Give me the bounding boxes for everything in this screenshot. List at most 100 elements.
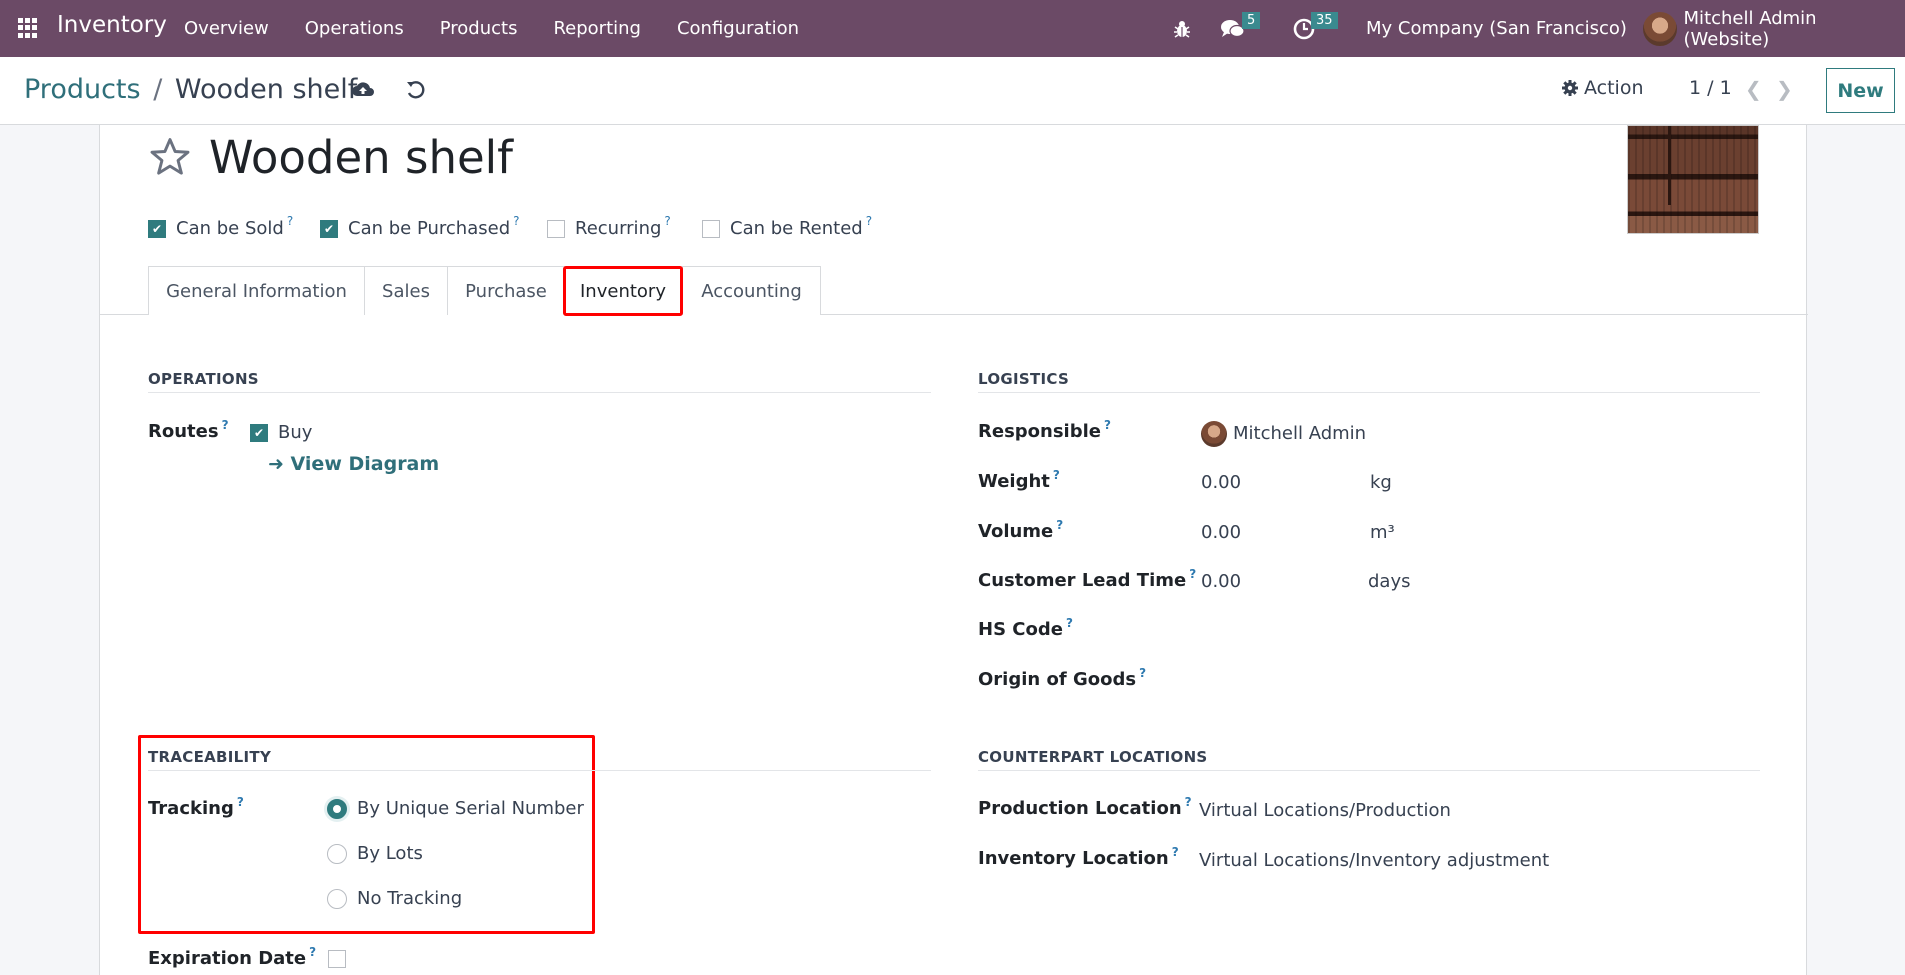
tab-inventory[interactable]: Inventory [563,266,683,316]
help-icon[interactable]: ? [1066,616,1073,630]
debug-icon[interactable] [1173,0,1191,57]
responsible-avatar [1201,421,1227,447]
origin-of-goods-input[interactable] [1201,669,1701,693]
tracking-lots-radio[interactable]: By Lots [327,843,423,864]
tab-accounting[interactable]: Accounting [682,266,821,315]
pager-value[interactable]: 1 / 1 [1689,77,1732,99]
help-icon[interactable]: ? [866,214,872,228]
help-icon[interactable]: ? [1139,666,1146,680]
help-icon[interactable]: ? [222,418,229,432]
action-button[interactable]: Action [1561,77,1644,99]
traceability-divider [148,770,931,771]
operations-section-title: OPERATIONS [148,370,259,388]
user-menu[interactable]: Mitchell Admin (Website) [1643,0,1905,57]
tab-sales[interactable]: Sales [364,266,448,315]
activities-button[interactable]: 35 [1293,0,1338,57]
help-icon[interactable]: ? [237,795,244,809]
volume-input[interactable]: 0.00 [1201,522,1241,543]
main-menu: Overview Operations Products Reporting C… [184,0,835,57]
route-buy-checkbox[interactable]: ✔ Buy [250,422,312,443]
checkbox-unchecked-icon [702,219,720,238]
discard-undo-icon[interactable] [405,79,429,103]
breadcrumb-separator: / [153,74,163,105]
checkbox-checked-icon: ✔ [148,219,166,238]
tab-purchase[interactable]: Purchase [447,266,565,315]
can-be-purchased-checkbox[interactable]: ✔ Can be Purchased? [320,214,520,239]
tab-general-information[interactable]: General Information [148,266,365,315]
expiration-date-label: Expiration Date? [148,945,317,969]
help-icon[interactable]: ? [1185,795,1192,809]
menu-configuration[interactable]: Configuration [677,18,799,39]
responsible-field[interactable]: Mitchell Admin [1201,421,1366,447]
operations-divider [148,392,931,393]
product-image[interactable] [1627,125,1759,234]
help-icon[interactable]: ? [1172,845,1179,859]
gear-icon [1562,80,1578,96]
menu-operations[interactable]: Operations [305,18,404,39]
user-avatar [1643,11,1677,46]
logistics-divider [978,392,1760,393]
favorite-star-icon[interactable] [148,135,192,179]
can-be-sold-checkbox[interactable]: ✔ Can be Sold? [148,214,293,239]
help-icon[interactable]: ? [513,214,519,228]
weight-unit: kg [1370,472,1392,493]
weight-label: Weight? [978,468,1060,492]
customer-lead-time-input[interactable]: 0.00 [1201,571,1241,592]
volume-label: Volume? [978,518,1064,542]
product-name[interactable]: Wooden shelf [209,131,513,184]
action-label: Action [1584,77,1644,99]
user-name: Mitchell Admin (Website) [1683,7,1817,50]
logistics-section-title: LOGISTICS [978,370,1070,388]
volume-unit: m³ [1370,522,1395,543]
checkbox-unchecked-icon [547,219,565,238]
form-sheet: Wooden shelf ✔ Can be Sold? ✔ Can be Pur… [99,125,1808,975]
pager-next-icon[interactable]: ❯ [1776,77,1793,101]
help-icon[interactable]: ? [309,945,316,959]
radio-unselected-icon [327,888,347,909]
view-diagram-button[interactable]: ➜ View Diagram [268,453,439,475]
expiration-date-checkbox[interactable] [328,950,356,968]
can-be-rented-checkbox[interactable]: Can be Rented? [702,214,872,239]
hs-code-input[interactable] [1201,619,1701,643]
checkbox-checked-icon: ✔ [320,219,338,238]
origin-of-goods-label: Origin of Goods? [978,666,1147,690]
counterpart-divider [978,770,1760,771]
breadcrumb-products[interactable]: Products [24,74,141,105]
breadcrumb: Products / Wooden shelf [24,74,357,105]
activities-badge: 35 [1311,12,1338,29]
top-navbar: Inventory Overview Operations Products R… [0,0,1905,57]
company-switcher[interactable]: My Company (San Francisco) [1366,0,1627,57]
recurring-checkbox[interactable]: Recurring? [547,214,671,239]
customer-lead-time-label: Customer Lead Time? [978,567,1197,591]
help-icon[interactable]: ? [1056,518,1063,532]
breadcrumb-current: Wooden shelf [174,74,358,105]
messages-badge: 5 [1242,12,1261,29]
production-location-field[interactable]: Virtual Locations/Production [1199,800,1451,821]
help-icon[interactable]: ? [287,214,293,228]
inventory-location-field[interactable]: Virtual Locations/Inventory adjustment [1199,850,1549,871]
help-icon[interactable]: ? [1189,567,1196,581]
tracking-serial-radio[interactable]: By Unique Serial Number [327,798,584,819]
app-name[interactable]: Inventory [57,12,167,38]
menu-products[interactable]: Products [440,18,518,39]
hs-code-label: HS Code? [978,616,1073,640]
new-button[interactable]: New [1826,68,1895,113]
menu-overview[interactable]: Overview [184,18,269,39]
traceability-section-title: TRACEABILITY [148,748,272,766]
responsible-label: Responsible? [978,418,1111,442]
help-icon[interactable]: ? [1104,418,1111,432]
help-icon[interactable]: ? [664,214,670,228]
checkbox-unchecked-icon [328,950,346,968]
apps-menu-icon[interactable] [18,18,38,38]
messages-button[interactable]: 5 [1220,0,1261,57]
production-location-label: Production Location? [978,795,1192,819]
save-cloud-icon[interactable] [351,79,375,103]
pager-previous-icon[interactable]: ❮ [1745,77,1762,101]
tracking-none-radio[interactable]: No Tracking [327,888,462,909]
inventory-location-label: Inventory Location? [978,845,1179,869]
counterpart-section-title: COUNTERPART LOCATIONS [978,748,1208,766]
radio-selected-icon [327,798,347,819]
help-icon[interactable]: ? [1053,468,1060,482]
menu-reporting[interactable]: Reporting [553,18,641,39]
weight-input[interactable]: 0.00 [1201,472,1241,493]
